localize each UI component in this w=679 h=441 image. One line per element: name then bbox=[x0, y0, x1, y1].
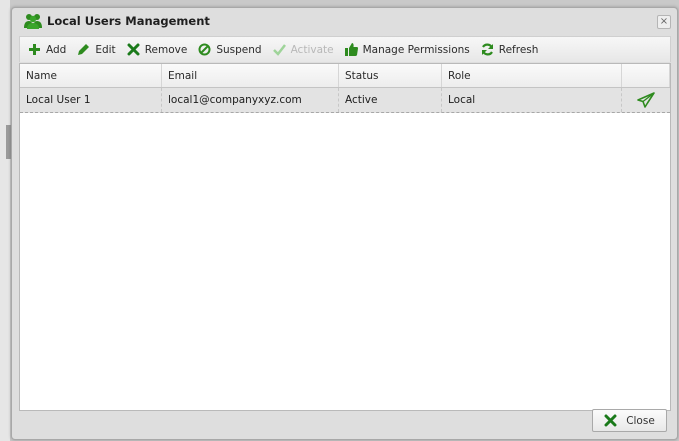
window-title: Local Users Management bbox=[47, 14, 210, 28]
x-icon bbox=[604, 414, 617, 427]
column-header-name[interactable]: Name bbox=[20, 64, 162, 87]
close-label: Close bbox=[626, 414, 655, 427]
suspend-button[interactable]: Suspend bbox=[198, 43, 262, 56]
refresh-label: Refresh bbox=[498, 43, 539, 56]
grid-header: Name Email Status Role bbox=[20, 64, 670, 88]
x-icon bbox=[127, 43, 140, 56]
edit-button[interactable]: Edit bbox=[77, 43, 116, 56]
cell-status: Active bbox=[339, 88, 442, 112]
cell-name: Local User 1 bbox=[20, 88, 162, 112]
table-row[interactable]: Local User 1 local1@companyxyz.com Activ… bbox=[20, 88, 670, 113]
refresh-icon bbox=[481, 43, 493, 56]
column-header-status[interactable]: Status bbox=[339, 64, 442, 87]
manage-permissions-label: Manage Permissions bbox=[362, 43, 470, 56]
pencil-icon bbox=[78, 44, 90, 55]
local-users-window: Local Users Management × Add Edit Remove bbox=[11, 7, 678, 440]
edit-label: Edit bbox=[95, 43, 116, 56]
window-titlebar[interactable]: Local Users Management × bbox=[12, 8, 677, 34]
toolbar: Add Edit Remove Suspend Activate Manage … bbox=[19, 36, 671, 62]
column-header-actions bbox=[622, 64, 670, 87]
activate-button[interactable]: Activate bbox=[272, 43, 334, 56]
background-strip bbox=[0, 0, 10, 441]
cell-action bbox=[622, 88, 670, 112]
cell-role: Local bbox=[442, 88, 622, 112]
plus-icon bbox=[29, 44, 40, 55]
thumbs-up-icon bbox=[344, 43, 358, 56]
cell-email: local1@companyxyz.com bbox=[162, 88, 339, 112]
suspend-label: Suspend bbox=[216, 43, 262, 56]
column-header-email[interactable]: Email bbox=[162, 64, 339, 87]
manage-permissions-button[interactable]: Manage Permissions bbox=[344, 43, 470, 56]
users-grid: Name Email Status Role Local User 1 loca… bbox=[19, 63, 671, 411]
add-button[interactable]: Add bbox=[28, 43, 66, 56]
send-icon[interactable] bbox=[637, 92, 655, 108]
column-header-role[interactable]: Role bbox=[442, 64, 622, 87]
add-label: Add bbox=[46, 43, 67, 56]
remove-button[interactable]: Remove bbox=[127, 43, 188, 56]
remove-label: Remove bbox=[144, 43, 188, 56]
close-window-icon[interactable]: × bbox=[657, 15, 671, 29]
refresh-button[interactable]: Refresh bbox=[481, 43, 539, 56]
activate-label: Activate bbox=[290, 43, 334, 56]
close-button[interactable]: Close bbox=[592, 409, 667, 432]
users-group-icon bbox=[24, 14, 42, 29]
check-icon bbox=[272, 44, 286, 56]
ban-icon bbox=[198, 43, 211, 56]
